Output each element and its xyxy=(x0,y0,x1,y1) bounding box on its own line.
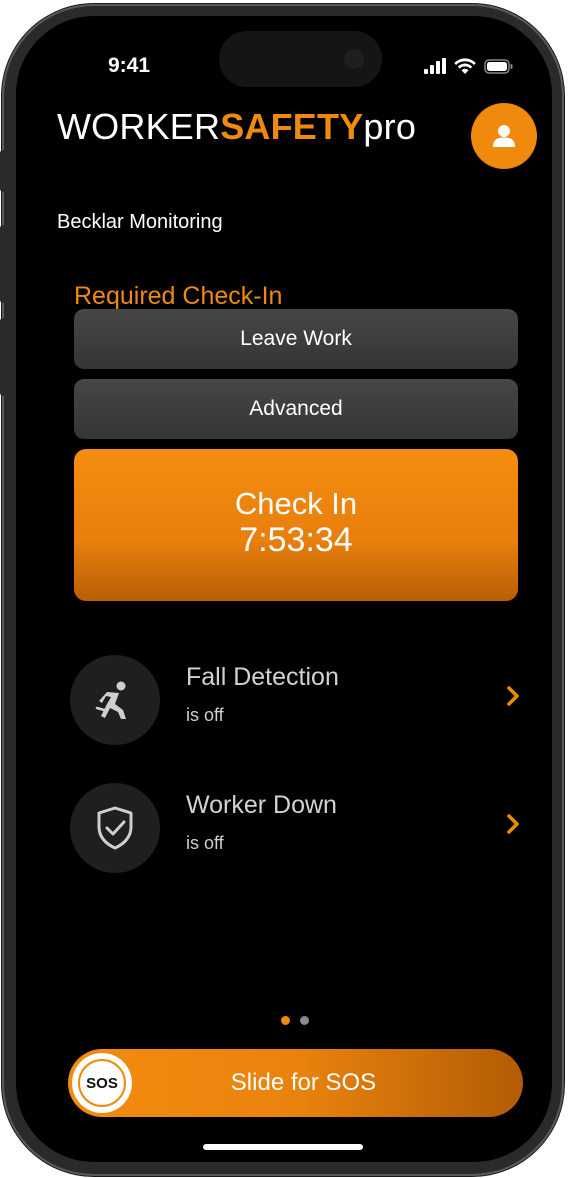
status-icons xyxy=(424,54,514,78)
logo-pro: pro xyxy=(363,106,417,147)
status-time: 9:41 xyxy=(108,54,151,77)
sos-slider-label: Slide for SOS xyxy=(230,1069,377,1096)
worker-down-status: is off xyxy=(186,833,224,853)
logo-safety: SAFETY xyxy=(220,106,364,147)
fall-detection-status: is off xyxy=(186,705,224,725)
advanced-label: Advanced xyxy=(249,397,343,420)
chevron-right-icon[interactable] xyxy=(506,685,520,707)
front-camera xyxy=(344,49,364,69)
app-screen: 9:41 WORKERSAFETYpro Becklar Monitoring … xyxy=(16,16,552,1162)
home-indicator[interactable] xyxy=(203,1144,363,1150)
falling-person-icon xyxy=(70,655,160,745)
sos-slider-handle[interactable]: SOS xyxy=(72,1053,132,1113)
check-in-timer: 7:53:34 xyxy=(239,521,353,559)
action-button xyxy=(0,150,10,192)
dynamic-island xyxy=(219,31,382,87)
profile-button[interactable] xyxy=(471,103,537,169)
page-dot-active[interactable] xyxy=(281,1016,290,1025)
volume-down-button xyxy=(0,318,10,396)
logo-worker: WORKER xyxy=(57,106,221,147)
fall-detection-row[interactable]: Fall Detection is off xyxy=(70,655,540,747)
page-dot[interactable] xyxy=(300,1016,309,1025)
leave-work-button[interactable]: Leave Work xyxy=(74,309,518,369)
fall-detection-title: Fall Detection xyxy=(186,663,339,691)
worker-down-title: Worker Down xyxy=(186,791,337,819)
sos-knob-label: SOS xyxy=(78,1059,126,1107)
check-in-label: Check In xyxy=(234,486,358,521)
battery-icon xyxy=(484,58,513,74)
sos-slider[interactable]: Slide for SOS SOS xyxy=(68,1049,523,1117)
shield-check-icon xyxy=(70,783,160,873)
cellular-signal-icon xyxy=(424,58,446,74)
app-logo: WORKERSAFETYpro xyxy=(57,106,416,148)
wifi-icon xyxy=(454,57,476,74)
company-name: Becklar Monitoring xyxy=(57,211,223,233)
required-checkin-title: Required Check-In xyxy=(74,282,283,310)
worker-down-row[interactable]: Worker Down is off xyxy=(70,783,540,875)
leave-work-label: Leave Work xyxy=(240,327,352,350)
user-icon xyxy=(493,125,515,147)
page-indicator[interactable] xyxy=(281,1016,309,1025)
check-in-button[interactable]: Check In 7:53:34 xyxy=(74,449,518,601)
volume-up-button xyxy=(0,225,10,303)
chevron-right-icon[interactable] xyxy=(506,813,520,835)
advanced-button[interactable]: Advanced xyxy=(74,379,518,439)
